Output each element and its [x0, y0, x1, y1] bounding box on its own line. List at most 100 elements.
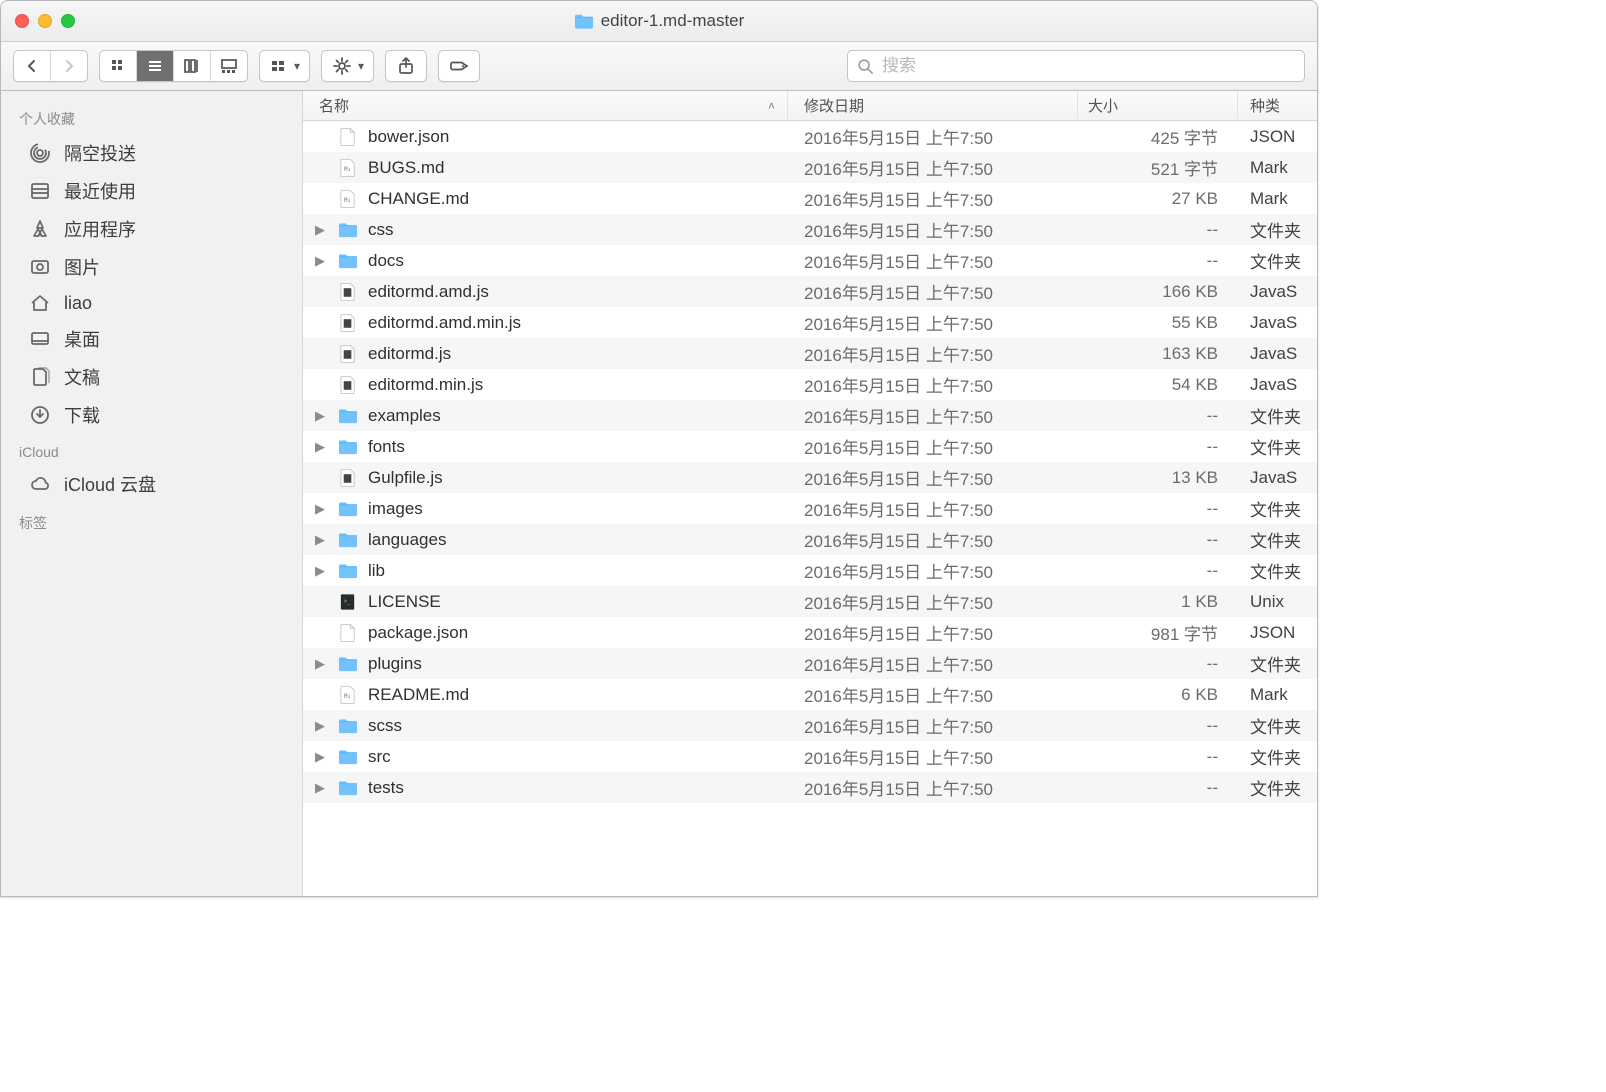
view-columns-button[interactable]	[174, 51, 211, 81]
table-row[interactable]: ▶images2016年5月15日 上午7:50--文件夹	[303, 493, 1317, 524]
file-size: 521 字节	[1078, 155, 1238, 180]
table-row[interactable]: package.json2016年5月15日 上午7:50981 字节JSON	[303, 617, 1317, 648]
file-kind: Mark	[1238, 685, 1317, 705]
sidebar-item-home[interactable]: liao	[1, 286, 302, 320]
disclosure-triangle-icon[interactable]: ▶	[303, 718, 337, 734]
close-window-button[interactable]	[15, 14, 29, 28]
table-row[interactable]: ▶tests2016年5月15日 上午7:50--文件夹	[303, 772, 1317, 803]
file-icon	[337, 250, 359, 272]
file-icon	[337, 436, 359, 458]
disclosure-triangle-icon[interactable]: ▶	[303, 253, 337, 269]
search-input[interactable]	[880, 55, 1296, 77]
minimize-window-button[interactable]	[38, 14, 52, 28]
view-mode-segment	[99, 50, 248, 82]
table-row[interactable]: ▶docs2016年5月15日 上午7:50--文件夹	[303, 245, 1317, 276]
file-kind: 文件夹	[1238, 403, 1317, 428]
disclosure-triangle-icon[interactable]: ▶	[303, 656, 337, 672]
view-icons-button[interactable]	[100, 51, 137, 81]
table-row[interactable]: ▶css2016年5月15日 上午7:50--文件夹	[303, 214, 1317, 245]
file-icon	[337, 281, 359, 303]
table-row[interactable]: ▶src2016年5月15日 上午7:50--文件夹	[303, 741, 1317, 772]
file-size: 6 KB	[1078, 685, 1238, 705]
file-name: BUGS.md	[368, 158, 445, 178]
sidebar-item-label: 隔空投送	[64, 140, 136, 166]
sidebar-item-apps[interactable]: 应用程序	[1, 210, 302, 248]
table-row[interactable]: ▶scss2016年5月15日 上午7:50--文件夹	[303, 710, 1317, 741]
table-row[interactable]: README.md2016年5月15日 上午7:506 KBMark	[303, 679, 1317, 710]
disclosure-triangle-icon[interactable]: ▶	[303, 501, 337, 517]
column-header-name[interactable]: 名称˄	[303, 91, 788, 120]
file-date: 2016年5月15日 上午7:50	[788, 558, 1078, 583]
column-headers: 名称˄ 修改日期 大小 种类	[303, 91, 1317, 121]
table-row[interactable]: Gulpfile.js2016年5月15日 上午7:5013 KBJavaS	[303, 462, 1317, 493]
file-name: src	[368, 747, 391, 767]
sidebar-item-recents[interactable]: 最近使用	[1, 172, 302, 210]
column-header-kind[interactable]: 种类	[1238, 91, 1317, 120]
file-date: 2016年5月15日 上午7:50	[788, 527, 1078, 552]
file-size: --	[1078, 561, 1238, 581]
file-kind: JavaS	[1238, 375, 1317, 395]
file-date: 2016年5月15日 上午7:50	[788, 651, 1078, 676]
file-kind: 文件夹	[1238, 248, 1317, 273]
table-row[interactable]: editormd.min.js2016年5月15日 上午7:5054 KBJav…	[303, 369, 1317, 400]
sidebar-item-pictures[interactable]: 图片	[1, 248, 302, 286]
file-name: fonts	[368, 437, 405, 457]
view-list-button[interactable]	[137, 51, 174, 81]
tags-button[interactable]	[438, 50, 480, 82]
table-row[interactable]: BUGS.md2016年5月15日 上午7:50521 字节Mark	[303, 152, 1317, 183]
file-kind: JavaS	[1238, 282, 1317, 302]
file-date: 2016年5月15日 上午7:50	[788, 434, 1078, 459]
file-kind: 文件夹	[1238, 527, 1317, 552]
sidebar-item-cloud[interactable]: iCloud 云盘	[1, 465, 302, 503]
table-row[interactable]: ▶examples2016年5月15日 上午7:50--文件夹	[303, 400, 1317, 431]
table-row[interactable]: editormd.amd.js2016年5月15日 上午7:50166 KBJa…	[303, 276, 1317, 307]
file-icon	[337, 746, 359, 768]
share-button[interactable]	[385, 50, 427, 82]
table-row[interactable]: editormd.js2016年5月15日 上午7:50163 KBJavaS	[303, 338, 1317, 369]
table-row[interactable]: LICENSE2016年5月15日 上午7:501 KBUnix	[303, 586, 1317, 617]
disclosure-triangle-icon[interactable]: ▶	[303, 408, 337, 424]
action-menu-button[interactable]: ▾	[321, 50, 374, 82]
disclosure-triangle-icon[interactable]: ▶	[303, 563, 337, 579]
table-row[interactable]: CHANGE.md2016年5月15日 上午7:5027 KBMark	[303, 183, 1317, 214]
sidebar-item-label: iCloud 云盘	[64, 471, 156, 497]
disclosure-triangle-icon[interactable]: ▶	[303, 532, 337, 548]
file-name: package.json	[368, 623, 468, 643]
sidebar-item-label: liao	[64, 293, 92, 314]
column-header-date[interactable]: 修改日期	[788, 91, 1078, 120]
column-header-size[interactable]: 大小	[1078, 91, 1238, 120]
file-size: --	[1078, 437, 1238, 457]
table-row[interactable]: ▶fonts2016年5月15日 上午7:50--文件夹	[303, 431, 1317, 462]
forward-button[interactable]	[51, 51, 87, 81]
file-kind: JavaS	[1238, 344, 1317, 364]
view-gallery-button[interactable]	[211, 51, 247, 81]
search-field[interactable]	[847, 50, 1305, 82]
table-row[interactable]: ▶languages2016年5月15日 上午7:50--文件夹	[303, 524, 1317, 555]
title-folder-icon	[574, 11, 594, 31]
file-size: 54 KB	[1078, 375, 1238, 395]
file-icon	[337, 405, 359, 427]
file-date: 2016年5月15日 上午7:50	[788, 620, 1078, 645]
table-row[interactable]: editormd.amd.min.js2016年5月15日 上午7:5055 K…	[303, 307, 1317, 338]
file-date: 2016年5月15日 上午7:50	[788, 248, 1078, 273]
table-row[interactable]: bower.json2016年5月15日 上午7:50425 字节JSON	[303, 121, 1317, 152]
sidebar-item-airdrop[interactable]: 隔空投送	[1, 134, 302, 172]
file-kind: 文件夹	[1238, 775, 1317, 800]
disclosure-triangle-icon[interactable]: ▶	[303, 439, 337, 455]
sidebar-item-documents[interactable]: 文稿	[1, 358, 302, 396]
disclosure-triangle-icon[interactable]: ▶	[303, 780, 337, 796]
sidebar: 个人收藏隔空投送最近使用应用程序图片liao桌面文稿下载iCloudiCloud…	[1, 91, 303, 896]
sidebar-item-desktop[interactable]: 桌面	[1, 320, 302, 358]
disclosure-triangle-icon[interactable]: ▶	[303, 749, 337, 765]
table-row[interactable]: ▶lib2016年5月15日 上午7:50--文件夹	[303, 555, 1317, 586]
sidebar-item-downloads[interactable]: 下载	[1, 396, 302, 434]
back-button[interactable]	[14, 51, 51, 81]
file-size: --	[1078, 251, 1238, 271]
zoom-window-button[interactable]	[61, 14, 75, 28]
file-date: 2016年5月15日 上午7:50	[788, 744, 1078, 769]
group-by-button[interactable]: ▾	[259, 50, 310, 82]
disclosure-triangle-icon[interactable]: ▶	[303, 222, 337, 238]
file-date: 2016年5月15日 上午7:50	[788, 403, 1078, 428]
file-date: 2016年5月15日 上午7:50	[788, 713, 1078, 738]
table-row[interactable]: ▶plugins2016年5月15日 上午7:50--文件夹	[303, 648, 1317, 679]
